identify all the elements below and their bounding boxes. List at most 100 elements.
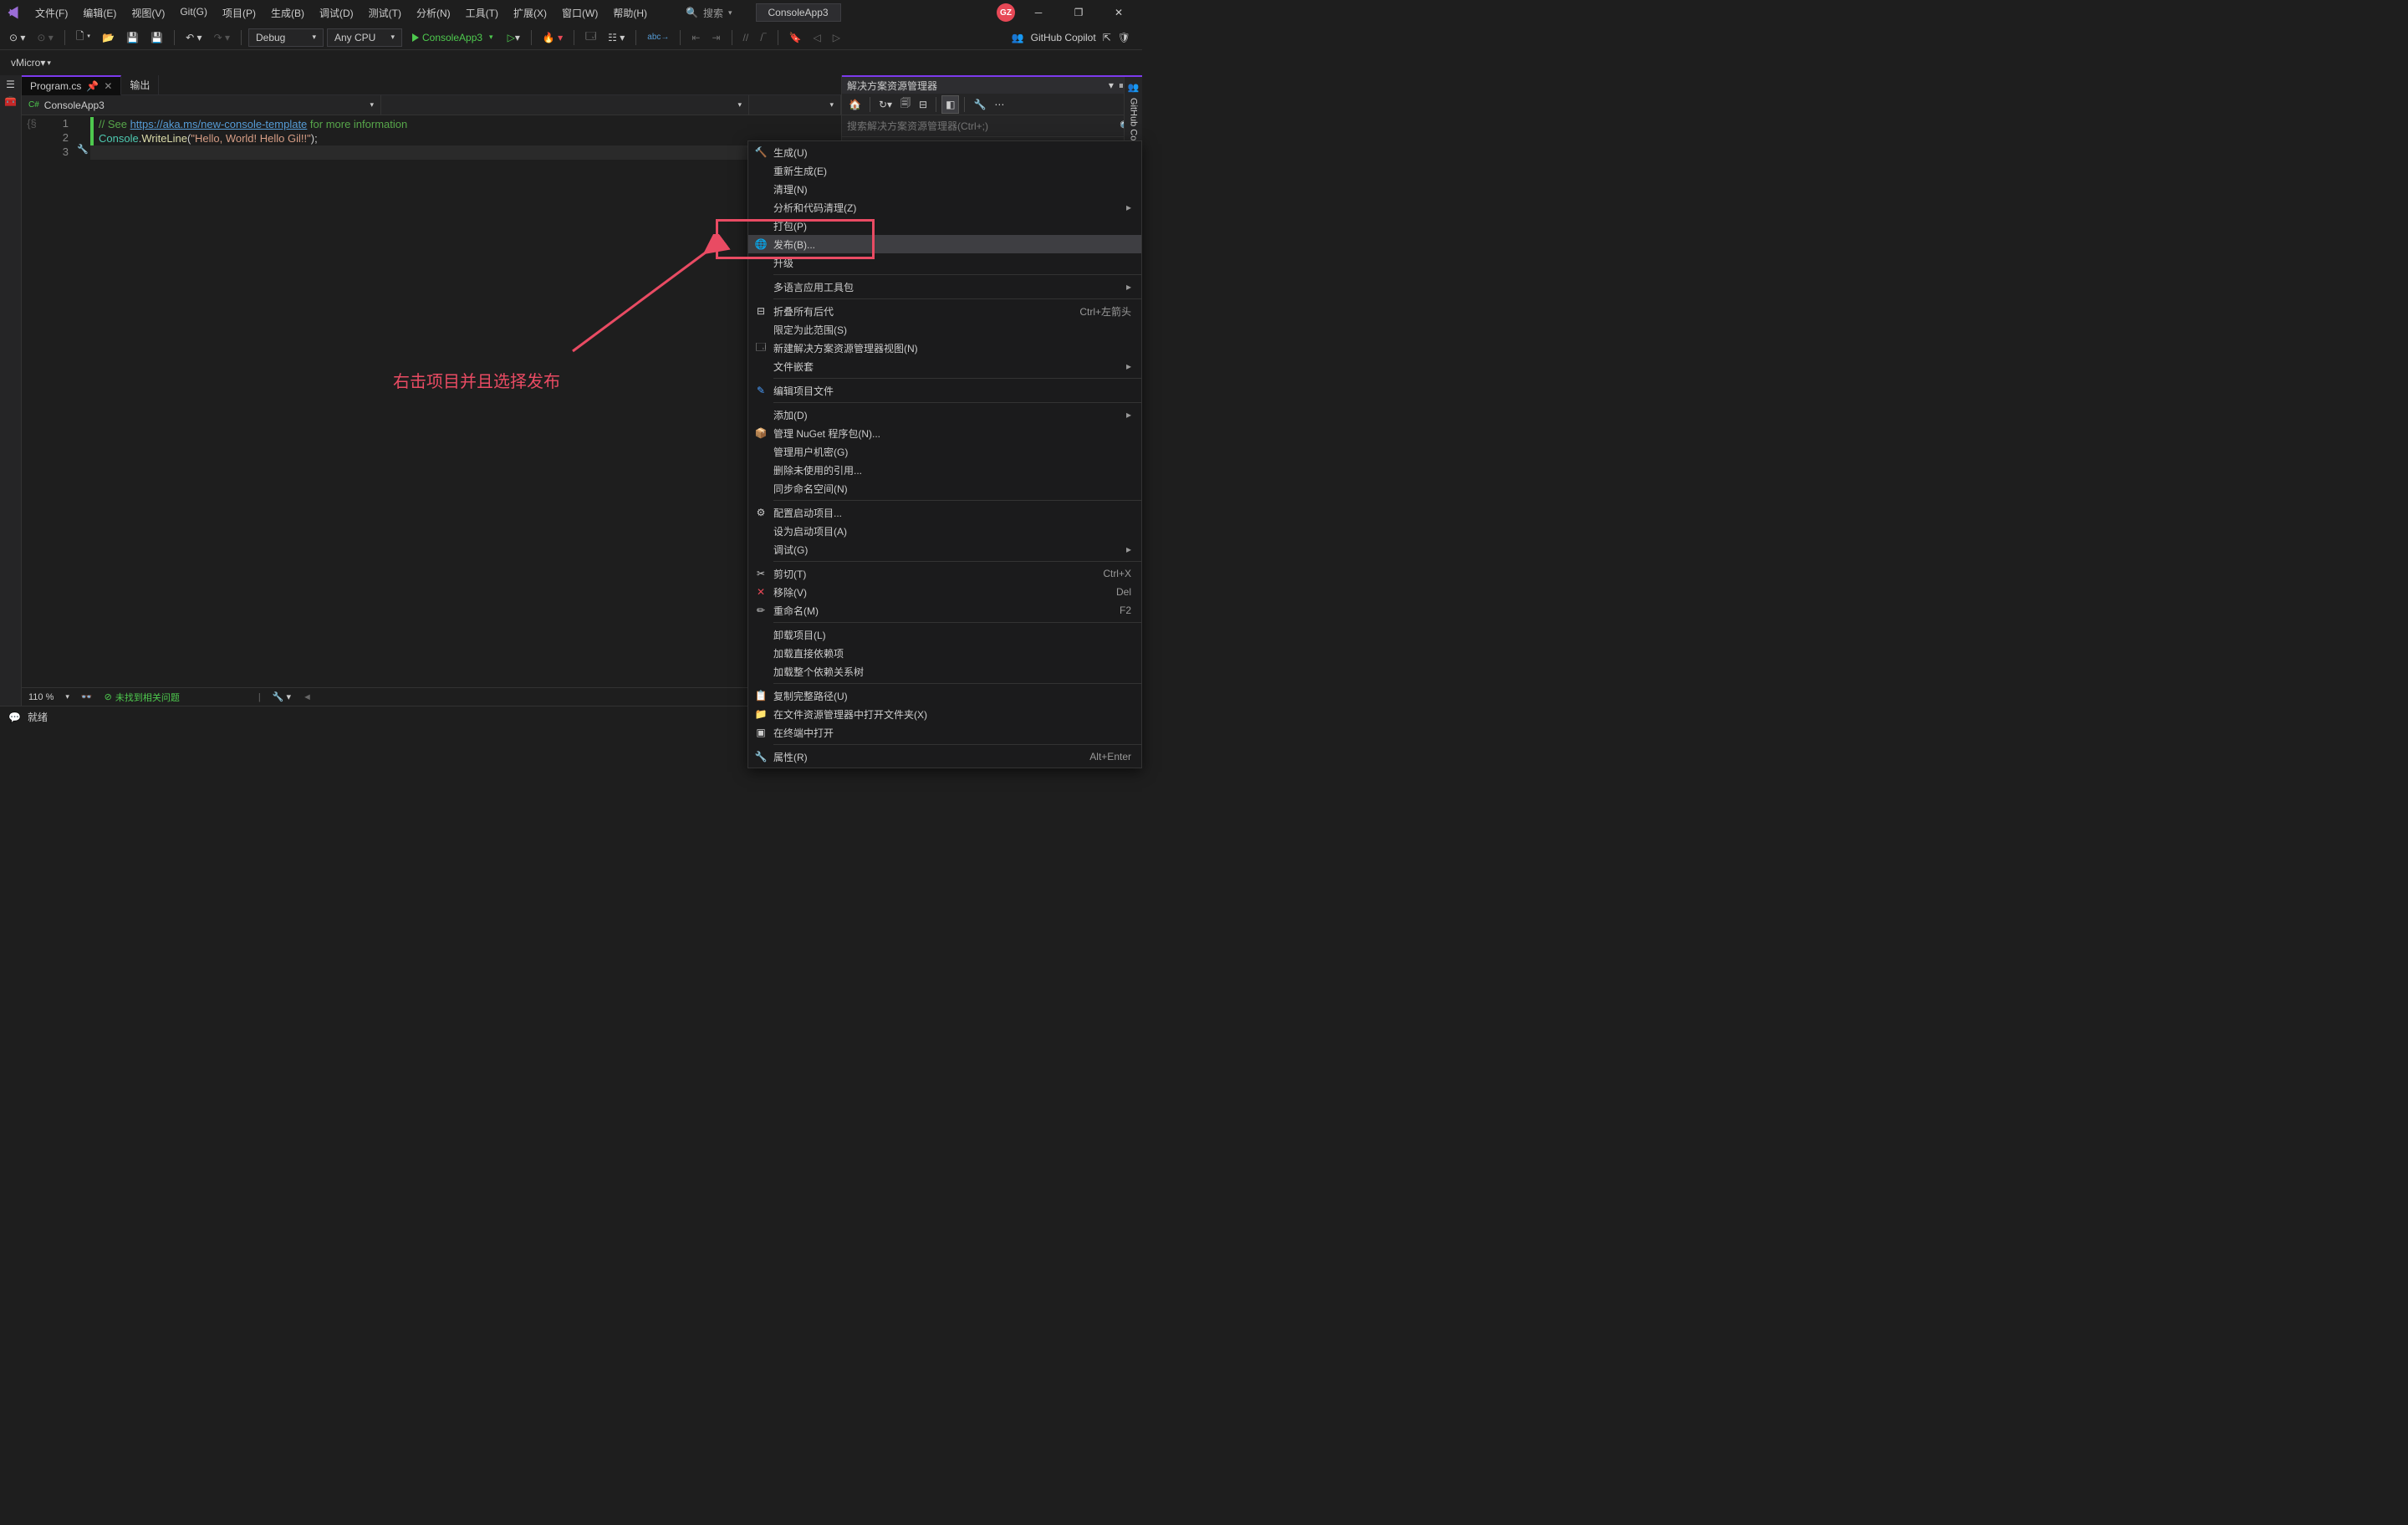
copilot-label[interactable]: GitHub Copilot: [1031, 32, 1096, 43]
ctx-upgrade[interactable]: 升级: [748, 253, 1141, 272]
menu-window[interactable]: 窗口(W): [555, 3, 605, 23]
tab-program-cs[interactable]: Program.cs 📌 ✕: [22, 75, 121, 95]
menu-edit[interactable]: 编辑(E): [76, 3, 123, 23]
bookmark-next-icon[interactable]: ▷: [829, 29, 844, 46]
share-icon[interactable]: ⇱: [1103, 32, 1111, 43]
toolbox-icon[interactable]: 🗔: [581, 26, 600, 48]
hot-reload-icon[interactable]: 🔥 ▾: [538, 29, 567, 46]
search-input[interactable]: [847, 120, 1120, 132]
bookmark-prev-icon[interactable]: ◁: [809, 29, 825, 46]
close-icon[interactable]: ✕: [104, 80, 112, 92]
ctx-collapse[interactable]: ⊟折叠所有后代Ctrl+左箭头: [748, 302, 1141, 320]
ctx-scope[interactable]: 限定为此范围(S): [748, 320, 1141, 339]
pin-icon[interactable]: 📌: [86, 80, 99, 92]
nav-member-combo[interactable]: ▾: [749, 95, 841, 115]
code-link[interactable]: https://aka.ms/new-console-template: [130, 118, 308, 130]
platform-selector[interactable]: Any CPU▾: [327, 28, 402, 47]
menu-analyze[interactable]: 分析(N): [410, 3, 457, 23]
ctx-unload[interactable]: 卸载项目(L): [748, 625, 1141, 644]
indent-out-icon[interactable]: ⇤: [687, 29, 704, 46]
copilot-icon[interactable]: 👥: [1012, 32, 1024, 43]
ctx-publish[interactable]: 🌐发布(B)...: [748, 235, 1141, 253]
ctx-clean[interactable]: 清理(N): [748, 180, 1141, 198]
ctx-newview[interactable]: 🗔新建解决方案资源管理器视图(N): [748, 339, 1141, 357]
undo-button[interactable]: ↶ ▾: [181, 29, 206, 46]
menu-project[interactable]: 项目(P): [216, 3, 263, 23]
tab-output[interactable]: 输出: [121, 75, 159, 94]
health-icon[interactable]: 👓: [81, 691, 93, 702]
vmicro-button[interactable]: vMicro ▾ ▾: [7, 54, 55, 71]
redo-button[interactable]: ↷ ▾: [210, 29, 234, 46]
ctx-properties[interactable]: 🔧属性(R)Alt+Enter: [748, 747, 1141, 766]
ctx-loadtree[interactable]: 加载整个依赖关系树: [748, 662, 1141, 681]
sync-icon[interactable]: ↻▾: [875, 96, 895, 113]
user-avatar[interactable]: GZ: [997, 3, 1015, 22]
server-explorer-icon[interactable]: ☰: [6, 79, 15, 90]
abc-icon[interactable]: abc→: [643, 30, 673, 44]
ctx-copypath[interactable]: 📋复制完整路径(U): [748, 686, 1141, 705]
show-all-icon[interactable]: ◧: [941, 95, 959, 114]
ctx-setstartup[interactable]: 设为启动项目(A): [748, 522, 1141, 540]
screwdriver-icon[interactable]: 🔧 ▾: [273, 691, 291, 702]
nav-type-combo[interactable]: ▾: [381, 95, 749, 115]
window-minimize-button[interactable]: ─: [1022, 1, 1055, 24]
nav-back-button[interactable]: ⊙ ▾: [5, 29, 29, 46]
ctx-rebuild[interactable]: 重新生成(E): [748, 161, 1141, 180]
ctx-cut[interactable]: ✂剪切(T)Ctrl+X: [748, 564, 1141, 583]
search-box[interactable]: 🔍 搜索 ▾: [679, 4, 739, 22]
comment-icon[interactable]: //: [739, 29, 753, 46]
ctx-nuget[interactable]: 📦管理 NuGet 程序包(N)...: [748, 424, 1141, 442]
code-editor[interactable]: {§ 1 2 3 🔧 // See https://aka.ms/new-con…: [22, 115, 841, 687]
no-issues-indicator[interactable]: ⊘未找到相关问题: [105, 691, 180, 704]
menu-git[interactable]: Git(G): [173, 3, 214, 23]
open-button[interactable]: 📂: [98, 29, 119, 46]
output-icon[interactable]: 💬: [8, 711, 21, 723]
properties-icon[interactable]: ⋯: [991, 96, 1008, 113]
start-debug-button[interactable]: ConsoleApp3▾: [406, 29, 500, 46]
nav-fwd-button[interactable]: ⊙ ▾: [33, 29, 57, 46]
ctx-debug[interactable]: 调试(G)▸: [748, 540, 1141, 558]
screwdriver-icon[interactable]: 🔧: [75, 144, 90, 158]
ctx-startup[interactable]: ⚙配置启动项目...: [748, 503, 1141, 522]
window-close-button[interactable]: ✕: [1102, 1, 1135, 24]
home-icon[interactable]: 🏠: [845, 96, 865, 113]
ctx-add[interactable]: 添加(D)▸: [748, 405, 1141, 424]
toolbox-icon[interactable]: 🧰: [4, 95, 17, 107]
config-selector[interactable]: Debug▾: [248, 28, 324, 47]
indent-in-icon[interactable]: ⇥: [707, 29, 724, 46]
admin-icon[interactable]: 🛡: [1118, 32, 1130, 43]
ctx-pack[interactable]: 打包(P): [748, 217, 1141, 235]
menu-build[interactable]: 生成(B): [264, 3, 311, 23]
menu-help[interactable]: 帮助(H): [606, 3, 654, 23]
filter-icon[interactable]: 🗐: [897, 93, 914, 115]
collapse-icon[interactable]: ⊟: [916, 96, 931, 113]
window-restore-button[interactable]: ❐: [1062, 1, 1095, 24]
menu-extensions[interactable]: 扩展(X): [507, 3, 554, 23]
save-all-button[interactable]: 💾: [146, 29, 167, 46]
zoom-level[interactable]: 110 %: [28, 692, 54, 702]
new-project-button[interactable]: 🗋 ▾: [72, 26, 94, 48]
ctx-unused[interactable]: 删除未使用的引用...: [748, 461, 1141, 479]
ctx-secrets[interactable]: 管理用户机密(G): [748, 442, 1141, 461]
menu-test[interactable]: 测试(T): [362, 3, 408, 23]
ctx-terminal[interactable]: ▣在终端中打开: [748, 723, 1141, 742]
ctx-editproj[interactable]: ✎编辑项目文件: [748, 381, 1141, 400]
menu-view[interactable]: 视图(V): [125, 3, 171, 23]
save-button[interactable]: 💾: [122, 29, 143, 46]
ctx-remove[interactable]: ✕移除(V)Del: [748, 583, 1141, 601]
uncomment-icon[interactable]: /‾: [756, 29, 770, 46]
stack-icon[interactable]: ☷ ▾: [604, 29, 629, 46]
ctx-openfolder[interactable]: 📁在文件资源管理器中打开文件夹(X): [748, 705, 1141, 723]
ctx-analyze[interactable]: 分析和代码清理(Z)▸: [748, 198, 1141, 217]
ctx-build[interactable]: 🔨生成(U): [748, 143, 1141, 161]
ctx-nesting[interactable]: 文件嵌套▸: [748, 357, 1141, 375]
ctx-rename[interactable]: ✏重命名(M)F2: [748, 601, 1141, 620]
nav-project-combo[interactable]: C# ConsoleApp3 ▾: [22, 95, 381, 115]
ctx-multilang[interactable]: 多语言应用工具包▸: [748, 278, 1141, 296]
bookmark-icon[interactable]: 🔖: [785, 29, 806, 46]
wrench-icon[interactable]: 🔧: [970, 96, 989, 113]
menu-debug[interactable]: 调试(D): [313, 3, 360, 23]
panel-dropdown-icon[interactable]: ▾: [1109, 79, 1114, 91]
ctx-syncns[interactable]: 同步命名空间(N): [748, 479, 1141, 497]
start-nodebug-button[interactable]: ▷ ▾: [503, 29, 524, 46]
